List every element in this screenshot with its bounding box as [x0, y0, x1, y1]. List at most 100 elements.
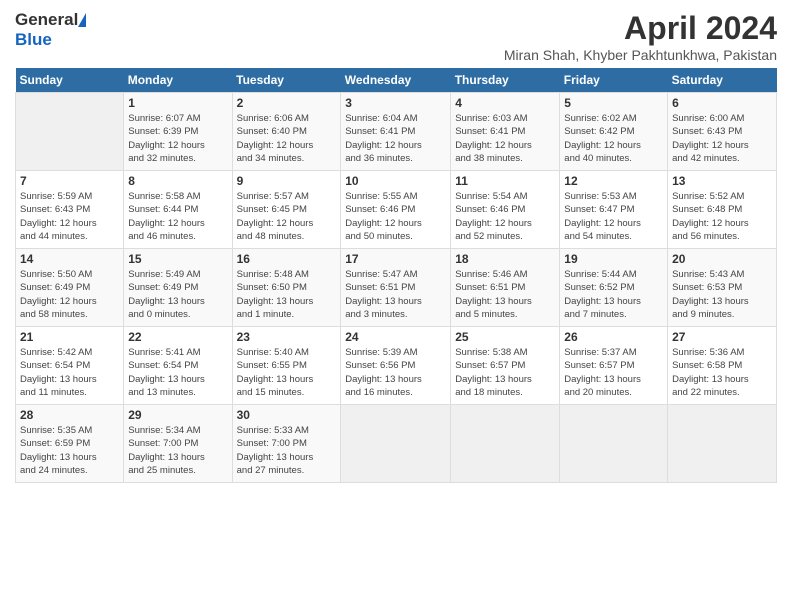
- calendar-cell: 14 Sunrise: 5:50 AM Sunset: 6:49 PM Dayli…: [16, 249, 124, 327]
- day-info: Sunrise: 5:44 AM Sunset: 6:52 PM Dayligh…: [564, 268, 663, 321]
- header-cell-monday: Monday: [124, 68, 232, 93]
- calendar-cell: 16Sunrise: 5:48 AM Sunset: 6:50 PM Dayli…: [232, 249, 341, 327]
- day-number: 7: [20, 174, 119, 188]
- calendar-cell: 4 Sunrise: 6:03 AM Sunset: 6:41 PM Daylig…: [451, 93, 560, 171]
- day-info: Sunrise: 5:49 AM Sunset: 6:49 PM Dayligh…: [128, 268, 227, 321]
- day-info: Sunrise: 5:48 AM Sunset: 6:50 PM Dayligh…: [237, 268, 337, 321]
- calendar-cell: 15Sunrise: 5:49 AM Sunset: 6:49 PM Dayli…: [124, 249, 232, 327]
- calendar-cell: 18 Sunrise: 5:46 AM Sunset: 6:51 PM Dayli…: [451, 249, 560, 327]
- day-number: 8: [128, 174, 227, 188]
- header-cell-thursday: Thursday: [451, 68, 560, 93]
- calendar-cell: 30 Sunrise: 5:33 AM Sunset: 7:00 PM Dayli…: [232, 405, 341, 483]
- day-info: Sunrise: 5:59 AM Sunset: 6:43 PM Dayligh…: [20, 190, 119, 243]
- day-number: 27: [672, 330, 772, 344]
- page-subtitle: Miran Shah, Khyber Pakhtunkhwa, Pakistan: [504, 47, 777, 63]
- calendar-cell: 10 Sunrise: 5:55 AM Sunset: 6:46 PM Dayli…: [341, 171, 451, 249]
- day-info: Sunrise: 5:40 AM Sunset: 6:55 PM Dayligh…: [237, 346, 337, 399]
- calendar-cell: [668, 405, 777, 483]
- day-info: Sunrise: 6:06 AM Sunset: 6:40 PM Dayligh…: [237, 112, 337, 165]
- day-info: Sunrise: 5:34 AM Sunset: 7:00 PM Dayligh…: [128, 424, 227, 477]
- day-info: Sunrise: 6:02 AM Sunset: 6:42 PM Dayligh…: [564, 112, 663, 165]
- day-number: 25: [455, 330, 555, 344]
- day-info: Sunrise: 5:41 AM Sunset: 6:54 PM Dayligh…: [128, 346, 227, 399]
- day-info: Sunrise: 5:57 AM Sunset: 6:45 PM Dayligh…: [237, 190, 337, 243]
- day-number: 5: [564, 96, 663, 110]
- day-info: Sunrise: 5:35 AM Sunset: 6:59 PM Dayligh…: [20, 424, 119, 477]
- calendar-cell: 1 Sunrise: 6:07 AM Sunset: 6:39 PM Daylig…: [124, 93, 232, 171]
- day-info: Sunrise: 5:54 AM Sunset: 6:46 PM Dayligh…: [455, 190, 555, 243]
- day-number: 22: [128, 330, 227, 344]
- day-number: 3: [345, 96, 446, 110]
- day-number: 4: [455, 96, 555, 110]
- day-info: Sunrise: 5:46 AM Sunset: 6:51 PM Dayligh…: [455, 268, 555, 321]
- header-cell-friday: Friday: [560, 68, 668, 93]
- calendar-cell: 5 Sunrise: 6:02 AM Sunset: 6:42 PM Daylig…: [560, 93, 668, 171]
- title-section: April 2024 Miran Shah, Khyber Pakhtunkhw…: [504, 10, 777, 63]
- calendar-cell: 7 Sunrise: 5:59 AM Sunset: 6:43 PM Daylig…: [16, 171, 124, 249]
- main-container: General Blue April 2024 Miran Shah, Khyb…: [0, 0, 792, 488]
- day-number: 23: [237, 330, 337, 344]
- calendar-cell: 25 Sunrise: 5:38 AM Sunset: 6:57 PM Dayli…: [451, 327, 560, 405]
- day-number: 6: [672, 96, 772, 110]
- day-info: Sunrise: 5:33 AM Sunset: 7:00 PM Dayligh…: [237, 424, 337, 477]
- day-number: 14: [20, 252, 119, 266]
- day-number: 30: [237, 408, 337, 422]
- logo: General Blue: [15, 10, 86, 50]
- calendar-cell: [341, 405, 451, 483]
- header-section: General Blue April 2024 Miran Shah, Khyb…: [15, 10, 777, 63]
- calendar-cell: 23 Sunrise: 5:40 AM Sunset: 6:55 PM Dayli…: [232, 327, 341, 405]
- calendar-cell: 22 Sunrise: 5:41 AM Sunset: 6:54 PM Dayli…: [124, 327, 232, 405]
- day-number: 18: [455, 252, 555, 266]
- calendar-cell: 21 Sunrise: 5:42 AM Sunset: 6:54 PM Dayli…: [16, 327, 124, 405]
- calendar-cell: 9Sunrise: 5:57 AM Sunset: 6:45 PM Daylig…: [232, 171, 341, 249]
- week-row-2: 14 Sunrise: 5:50 AM Sunset: 6:49 PM Dayli…: [16, 249, 777, 327]
- calendar-cell: 29 Sunrise: 5:34 AM Sunset: 7:00 PM Dayli…: [124, 405, 232, 483]
- day-number: 19: [564, 252, 663, 266]
- header-row: SundayMondayTuesdayWednesdayThursdayFrid…: [16, 68, 777, 93]
- calendar-cell: 8 Sunrise: 5:58 AM Sunset: 6:44 PM Daylig…: [124, 171, 232, 249]
- day-info: Sunrise: 5:53 AM Sunset: 6:47 PM Dayligh…: [564, 190, 663, 243]
- day-info: Sunrise: 5:47 AM Sunset: 6:51 PM Dayligh…: [345, 268, 446, 321]
- day-info: Sunrise: 6:03 AM Sunset: 6:41 PM Dayligh…: [455, 112, 555, 165]
- day-number: 29: [128, 408, 227, 422]
- day-info: Sunrise: 5:38 AM Sunset: 6:57 PM Dayligh…: [455, 346, 555, 399]
- day-info: Sunrise: 5:58 AM Sunset: 6:44 PM Dayligh…: [128, 190, 227, 243]
- day-number: 2: [237, 96, 337, 110]
- page-title: April 2024: [504, 10, 777, 47]
- header-cell-sunday: Sunday: [16, 68, 124, 93]
- week-row-1: 7 Sunrise: 5:59 AM Sunset: 6:43 PM Daylig…: [16, 171, 777, 249]
- day-info: Sunrise: 6:07 AM Sunset: 6:39 PM Dayligh…: [128, 112, 227, 165]
- header-cell-wednesday: Wednesday: [341, 68, 451, 93]
- calendar-cell: 19 Sunrise: 5:44 AM Sunset: 6:52 PM Dayli…: [560, 249, 668, 327]
- header-cell-tuesday: Tuesday: [232, 68, 341, 93]
- calendar-cell: [560, 405, 668, 483]
- day-info: Sunrise: 6:00 AM Sunset: 6:43 PM Dayligh…: [672, 112, 772, 165]
- day-info: Sunrise: 5:39 AM Sunset: 6:56 PM Dayligh…: [345, 346, 446, 399]
- day-number: 11: [455, 174, 555, 188]
- day-number: 24: [345, 330, 446, 344]
- day-info: Sunrise: 5:42 AM Sunset: 6:54 PM Dayligh…: [20, 346, 119, 399]
- logo-triangle-icon: [78, 13, 86, 27]
- day-info: Sunrise: 5:50 AM Sunset: 6:49 PM Dayligh…: [20, 268, 119, 321]
- calendar-cell: 2 Sunrise: 6:06 AM Sunset: 6:40 PM Daylig…: [232, 93, 341, 171]
- day-info: Sunrise: 5:37 AM Sunset: 6:57 PM Dayligh…: [564, 346, 663, 399]
- calendar-cell: 12Sunrise: 5:53 AM Sunset: 6:47 PM Dayli…: [560, 171, 668, 249]
- day-number: 17: [345, 252, 446, 266]
- calendar-cell: [16, 93, 124, 171]
- week-row-0: 1 Sunrise: 6:07 AM Sunset: 6:39 PM Daylig…: [16, 93, 777, 171]
- day-info: Sunrise: 5:52 AM Sunset: 6:48 PM Dayligh…: [672, 190, 772, 243]
- day-number: 21: [20, 330, 119, 344]
- logo-blue: Blue: [15, 30, 52, 49]
- calendar-cell: 11 Sunrise: 5:54 AM Sunset: 6:46 PM Dayli…: [451, 171, 560, 249]
- calendar-cell: 24 Sunrise: 5:39 AM Sunset: 6:56 PM Dayli…: [341, 327, 451, 405]
- day-info: Sunrise: 5:36 AM Sunset: 6:58 PM Dayligh…: [672, 346, 772, 399]
- week-row-3: 21 Sunrise: 5:42 AM Sunset: 6:54 PM Dayli…: [16, 327, 777, 405]
- day-number: 1: [128, 96, 227, 110]
- calendar-table: SundayMondayTuesdayWednesdayThursdayFrid…: [15, 68, 777, 483]
- day-info: Sunrise: 5:55 AM Sunset: 6:46 PM Dayligh…: [345, 190, 446, 243]
- calendar-cell: 6 Sunrise: 6:00 AM Sunset: 6:43 PM Daylig…: [668, 93, 777, 171]
- calendar-cell: 3Sunrise: 6:04 AM Sunset: 6:41 PM Daylig…: [341, 93, 451, 171]
- logo-general: General: [15, 10, 78, 30]
- day-number: 10: [345, 174, 446, 188]
- day-number: 26: [564, 330, 663, 344]
